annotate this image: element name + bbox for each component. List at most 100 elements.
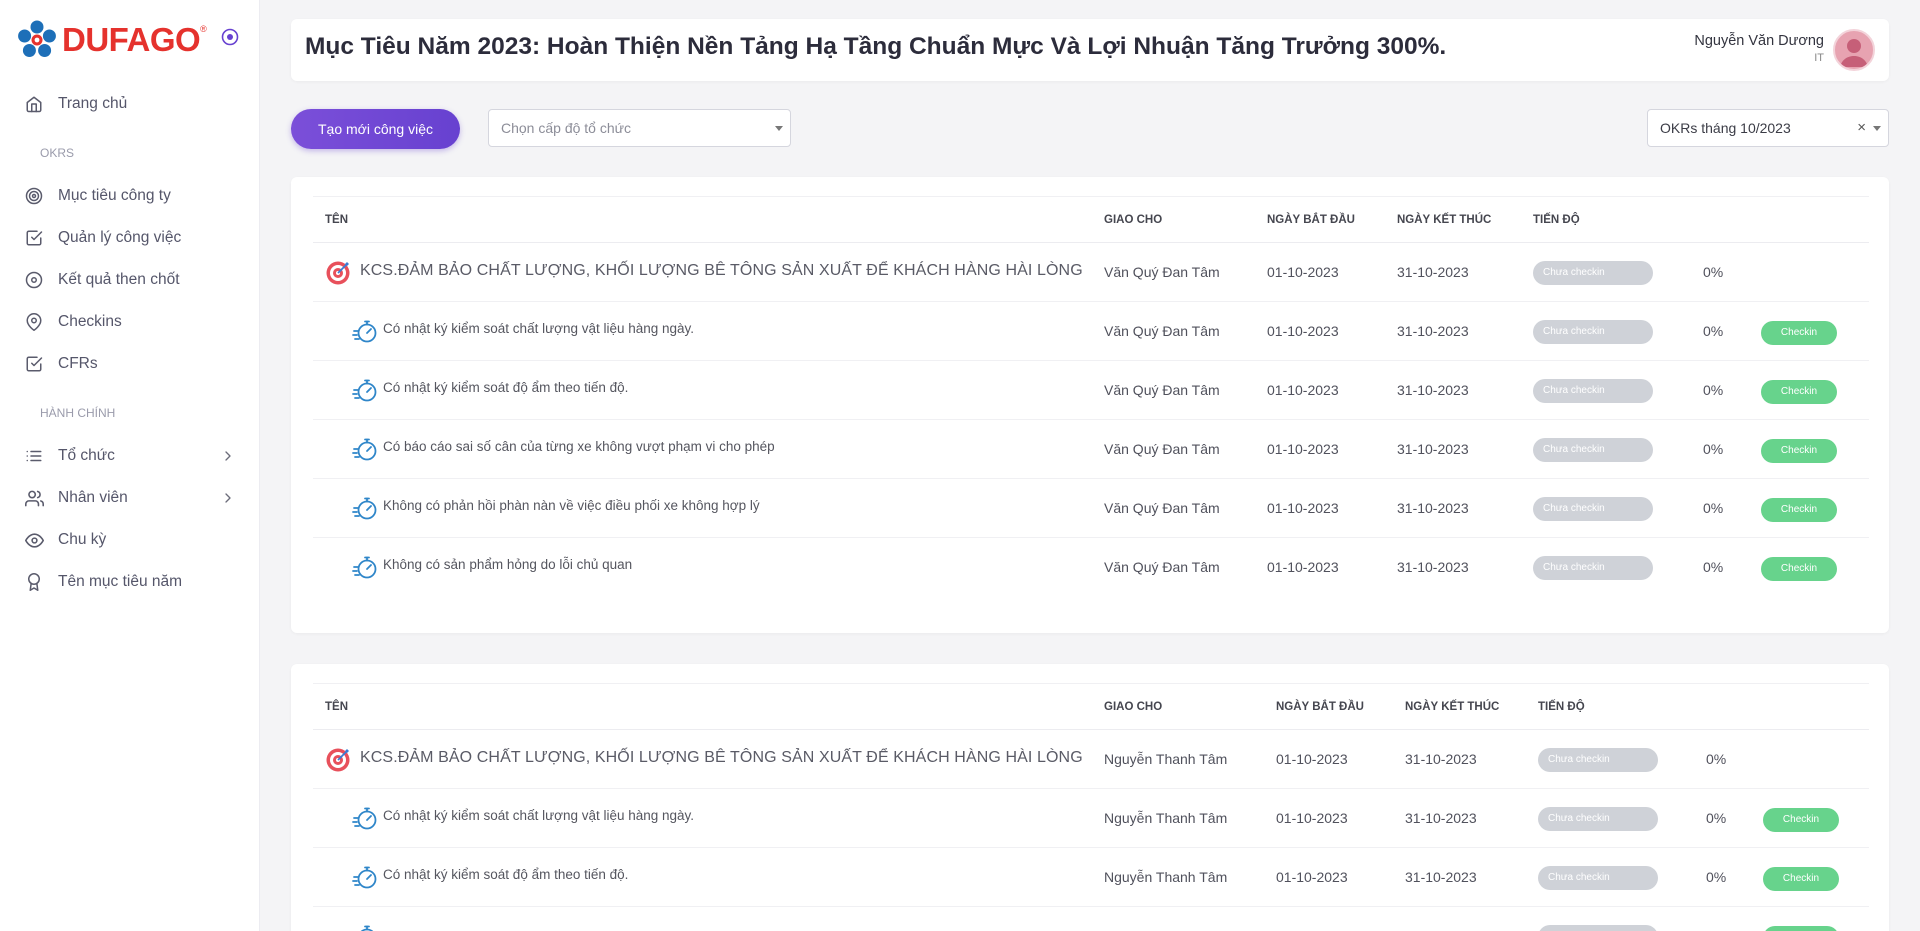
key-result-name[interactable]: Không có phản hồi phàn nàn về việc điều … <box>383 498 760 513</box>
home-icon <box>24 94 44 114</box>
sidebar-item-home[interactable]: Trang chủ <box>0 83 260 125</box>
key-result-name[interactable]: Có nhật ký kiểm soát chất lượng vật liệu… <box>383 321 694 336</box>
award-icon <box>24 572 44 592</box>
end-date-cell: 31-10-2023 <box>1397 323 1469 339</box>
key-result-name[interactable]: Không có sản phẩm hỏng do lỗi chủ quan <box>383 557 632 572</box>
key-result-name[interactable]: Có nhật ký kiểm soát độ ẩm theo tiến độ. <box>383 867 628 882</box>
column-header-progress: TIẾN ĐỘ <box>1533 214 1580 226</box>
avatar[interactable] <box>1833 29 1875 71</box>
key-result-name[interactable]: Có nhật ký kiểm soát chất lượng vật liệu… <box>383 808 694 823</box>
menu-section-okrs: OKRS <box>40 146 75 160</box>
key-result-row[interactable]: Có nhật ký kiểm soát chất lượng vật liệu… <box>313 789 1869 848</box>
status-badge: Chưa checkin <box>1533 261 1653 285</box>
sidebar-item-cfrs[interactable]: CFRs <box>0 343 260 385</box>
sidebar-item-task-management[interactable]: Quản lý công việc <box>0 217 260 259</box>
checkin-button[interactable]: Checkin <box>1763 808 1839 832</box>
progress-percent: 0% <box>1703 500 1724 516</box>
assignee-cell: Văn Quý Đan Tâm <box>1104 559 1220 575</box>
key-result-row[interactable]: Có nhật ký kiểm soát độ ẩm theo tiến độ.… <box>313 848 1869 907</box>
checkin-button[interactable]: Checkin <box>1761 439 1837 463</box>
status-badge: Chưa checkin <box>1533 556 1653 580</box>
column-header-progress: TIẾN ĐỘ <box>1538 701 1585 713</box>
status-badge: Chưa checkin <box>1533 497 1653 521</box>
key-result-row[interactable]: Có báo cáo sai số cân của từng xe không … <box>313 420 1869 479</box>
progress-percent: 0% <box>1703 559 1724 575</box>
sidebar-item-cycles[interactable]: Chu kỳ <box>0 519 260 561</box>
column-header-end-date: NGÀY KẾT THÚC <box>1405 701 1500 713</box>
sidebar-item-company-objectives[interactable]: Mục tiêu công ty <box>0 175 260 217</box>
start-date-cell: 01-10-2023 <box>1267 559 1339 575</box>
status-badge: Chưa checkin <box>1538 748 1658 772</box>
sidebar-item-label: Quản lý công việc <box>58 229 182 246</box>
key-result-row[interactable]: Có nhật ký kiểm soát độ ẩm theo tiến độ.… <box>313 361 1869 420</box>
objective-name[interactable]: KCS.ĐẢM BẢO CHẤT LƯỢNG, KHỐI LƯỢNG BÊ TÔ… <box>360 262 1083 280</box>
start-date-cell: 01-10-2023 <box>1267 264 1339 280</box>
sidebar-item-employees[interactable]: Nhân viên <box>0 477 260 519</box>
column-header-name: TÊN <box>325 701 348 713</box>
stopwatch-icon <box>360 925 374 931</box>
end-date-cell: 31-10-2023 <box>1397 441 1469 457</box>
progress-percent: 0% <box>1703 323 1724 339</box>
checkin-button[interactable]: Checkin <box>1761 380 1837 404</box>
target-icon <box>24 186 44 206</box>
okr-period-select[interactable]: OKRs tháng 10/2023 × <box>1647 109 1889 147</box>
objective-name[interactable]: KCS.ĐẢM BẢO CHẤT LƯỢNG, KHỐI LƯỢNG BÊ TÔ… <box>360 749 1083 767</box>
sidebar-item-organization[interactable]: Tổ chức <box>0 435 260 477</box>
checkin-button[interactable]: Checkin <box>1761 557 1837 581</box>
assignee-cell: Văn Quý Đan Tâm <box>1104 323 1220 339</box>
objective-row[interactable]: KCS.ĐẢM BẢO CHẤT LƯỢNG, KHỐI LƯỢNG BÊ TÔ… <box>313 730 1869 789</box>
circle-dot-icon <box>24 270 44 290</box>
target-objective-icon <box>326 748 350 772</box>
brand-logo[interactable]: DUFAGO ® <box>16 20 207 60</box>
start-date-cell: 01-10-2023 <box>1267 500 1339 516</box>
chevron-right-icon <box>225 493 231 503</box>
start-date-cell: 01-10-2023 <box>1267 323 1339 339</box>
stopwatch-icon <box>352 866 377 889</box>
sidebar-item-label: Trang chủ <box>58 95 128 112</box>
objective-row[interactable]: KCS.ĐẢM BẢO CHẤT LƯỢNG, KHỐI LƯỢNG BÊ TÔ… <box>313 243 1869 302</box>
key-result-row[interactable]: Không có phản hồi phàn nàn về việc điều … <box>313 479 1869 538</box>
checkin-button[interactable]: Checkin <box>1761 321 1837 345</box>
assignee-cell: Nguyễn Thanh Tâm <box>1104 869 1228 885</box>
sidebar-item-key-results[interactable]: Kết quả then chốt <box>0 259 260 301</box>
column-header-name: TÊN <box>325 214 348 226</box>
brand-reg-mark: ® <box>200 24 207 34</box>
end-date-cell: 31-10-2023 <box>1397 559 1469 575</box>
okr-card: TÊN GIAO CHO NGÀY BẮT ĐẦU NGÀY KẾT THÚC … <box>291 177 1889 633</box>
okr-table: TÊN GIAO CHO NGÀY BẮT ĐẦU NGÀY KẾT THÚC … <box>313 196 1869 597</box>
header-bar: Mục Tiêu Năm 2023: Hoàn Thiện Nền Tảng H… <box>291 19 1889 81</box>
stopwatch-icon <box>352 497 377 520</box>
okr-period-value: OKRs tháng 10/2023 <box>1660 120 1791 136</box>
column-header-assignee: GIAO CHO <box>1104 214 1163 226</box>
key-result-row[interactable]: Có nhật ký kiểm soát chất lượng vật liệu… <box>313 302 1869 361</box>
start-date-cell: 01-10-2023 <box>1267 441 1339 457</box>
org-level-select[interactable]: Chọn cấp độ tổ chức <box>488 109 791 147</box>
progress-percent: 0% <box>1706 810 1727 826</box>
key-result-name[interactable]: Có nhật ký kiểm soát độ ẩm theo tiến độ. <box>383 380 628 395</box>
start-date-cell: 01-10-2023 <box>1267 382 1339 398</box>
clear-icon[interactable]: × <box>1857 119 1866 136</box>
checkin-button[interactable]: Checkin <box>1763 867 1839 891</box>
status-badge: Chưa checkin <box>1533 320 1653 344</box>
progress-percent: 0% <box>1703 382 1724 398</box>
caret-down-icon <box>775 126 783 131</box>
end-date-cell: 31-10-2023 <box>1405 751 1477 767</box>
checkin-button[interactable]: Checkin <box>1761 498 1837 522</box>
create-task-button[interactable]: Tạo mới công việc <box>291 109 460 149</box>
target-objective-icon <box>326 261 350 285</box>
checkin-button[interactable] <box>1763 926 1839 931</box>
sidebar-item-label: Mục tiêu công ty <box>58 187 171 204</box>
user-name[interactable]: Nguyễn Văn Dương <box>1694 33 1824 49</box>
org-level-placeholder: Chọn cấp độ tổ chức <box>501 120 632 136</box>
key-result-name[interactable]: Có báo cáo sai số cân của từng xe không … <box>383 439 775 454</box>
progress-percent: 0% <box>1706 751 1727 767</box>
map-pin-icon <box>24 312 44 332</box>
dufago-logo-icon <box>18 20 56 57</box>
key-result-row[interactable]: Không có sản phẩm hỏng do lỗi chủ quan V… <box>313 538 1869 597</box>
user-avatar-icon <box>1840 39 1868 67</box>
key-result-row[interactable] <box>313 907 1869 931</box>
sidebar-item-label: Nhân viên <box>58 489 128 506</box>
sidebar-collapse-toggle[interactable] <box>219 26 241 48</box>
sidebar-item-annual-objective-names[interactable]: Tên mục tiêu năm <box>0 561 260 603</box>
sidebar-item-checkins[interactable]: Checkins <box>0 301 260 343</box>
